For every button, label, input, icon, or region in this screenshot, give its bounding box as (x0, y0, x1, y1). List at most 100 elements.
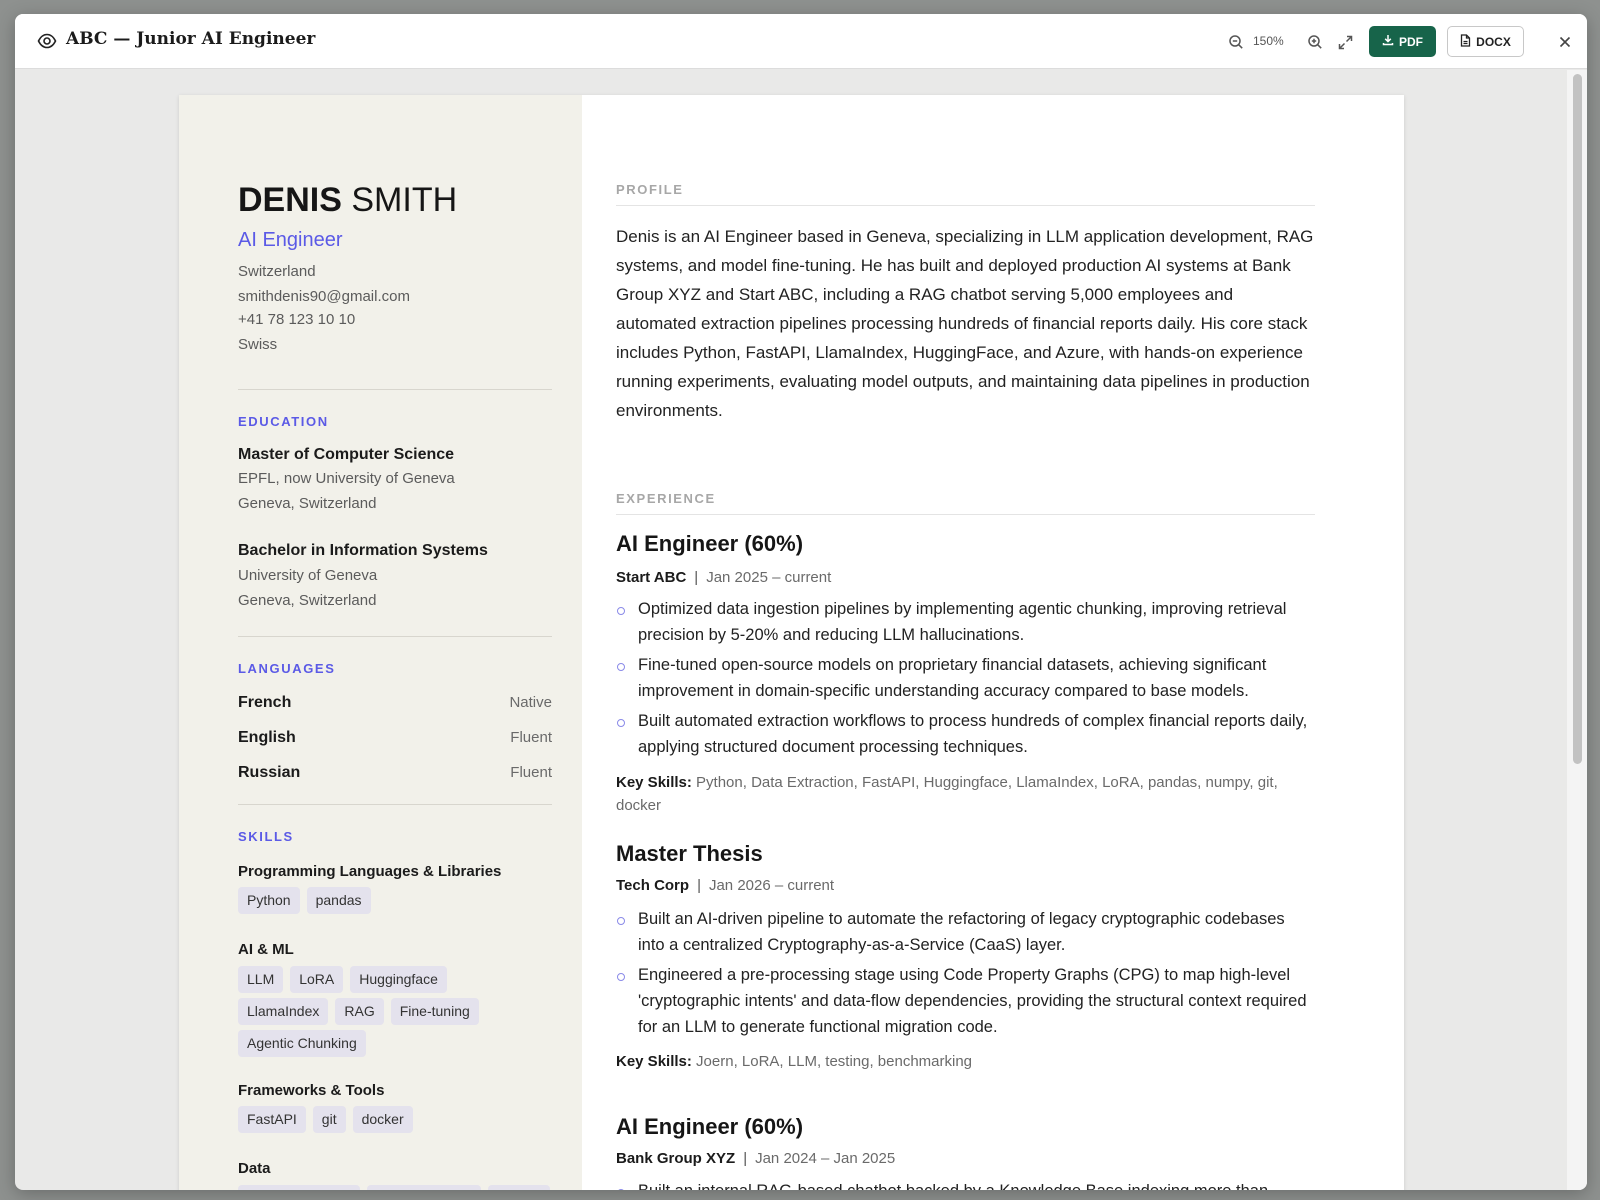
key-skills-list: Joern, LoRA, LLM, testing, benchmarking (696, 1053, 973, 1070)
language-level: Fluent (510, 764, 552, 781)
zoom-in-icon[interactable] (1304, 31, 1326, 53)
candidate-name: DENIS SMITH (238, 181, 457, 220)
section-rule (616, 514, 1315, 515)
job-dates: Jan 2026 – current (708, 877, 835, 894)
section-divider (238, 636, 552, 637)
contact-phone: +41 78 123 10 10 (238, 311, 356, 328)
job-meta: Start ABC | Jan 2025 – current (616, 569, 831, 586)
job-bullet: Built an internal RAG-based chatbot back… (616, 1178, 1315, 1190)
education-school: EPFL, now University of Geneva (238, 470, 455, 487)
contact-email: smithdenis90@gmail.com (238, 288, 410, 305)
skill-chip-row (238, 1185, 550, 1190)
skill-chip: RAG (335, 998, 384, 1025)
skill-chip: LoRA (290, 966, 344, 993)
key-skills-label: Key Skills: (616, 1053, 692, 1070)
education-location: Geneva, Switzerland (238, 495, 377, 512)
skill-chip: git (312, 1106, 346, 1133)
zoom-out-icon[interactable] (1225, 31, 1247, 53)
scrollbar[interactable] (1567, 70, 1587, 1190)
expand-icon[interactable] (1334, 31, 1356, 53)
resume-page: DENIS SMITH AI Engineer Switzerland smit… (179, 95, 1404, 1190)
skill-chip: Fine-tuning (390, 998, 479, 1025)
skill-chip: Agentic Chunking (238, 1030, 366, 1057)
skill-chip-row: LLM LoRA Huggingface (238, 966, 447, 993)
education-degree: Master of Computer Science (238, 446, 455, 463)
skill-category: Frameworks & Tools (238, 1082, 385, 1099)
language-name: French (238, 694, 292, 711)
language-row: Russian Fluent (238, 764, 552, 782)
last-name: SMITH (351, 181, 458, 219)
job-meta: Bank Group XYZ | Jan 2024 – Jan 2025 (616, 1150, 895, 1167)
skill-chip-row: Python pandas (238, 887, 371, 914)
meta-separator: | (743, 1150, 748, 1167)
skill-chip-cut-off (367, 1185, 481, 1190)
job-bullet: Built an AI-driven pipeline to automate … (616, 906, 1315, 958)
docx-button-label: DOCX (1476, 34, 1511, 49)
job-bullet: Built automated extraction workflows to … (616, 708, 1315, 760)
meta-separator: | (697, 877, 701, 894)
candidate-role: AI Engineer (238, 229, 343, 251)
skill-category: Programming Languages & Libraries (238, 863, 502, 880)
skill-chip: pandas (306, 887, 371, 914)
resume-preview-modal: ABC — Junior AI Engineer 150% PDF DOCX D… (15, 14, 1587, 1190)
section-divider (238, 389, 552, 390)
job-dates: Jan 2024 – Jan 2025 (755, 1150, 896, 1167)
job-dates: Jan 2025 – current (706, 569, 832, 586)
skill-chip-row: FastAPI git docker (238, 1106, 413, 1133)
eye-icon (37, 31, 57, 56)
experience-heading: EXPERIENCE (616, 491, 716, 506)
scrollbar-thumb[interactable] (1573, 74, 1582, 764)
meta-separator: | (694, 569, 699, 586)
document-title: ABC — Junior AI Engineer (66, 29, 316, 49)
skill-category: Data (238, 1160, 271, 1177)
contact-nationality: Swiss (238, 336, 278, 353)
section-divider (238, 804, 552, 805)
skill-chip: LlamaIndex (238, 998, 329, 1025)
pdf-button-label: PDF (1399, 34, 1423, 49)
job-company: Start ABC (616, 569, 687, 586)
job-key-skills: Key Skills: Python, Data Extraction, Fas… (616, 771, 1315, 817)
skill-chip: Huggingface (350, 966, 447, 993)
language-level: Native (509, 694, 552, 711)
skill-chip: docker (352, 1106, 413, 1133)
download-icon (1382, 34, 1394, 49)
job-key-skills: Key Skills: Joern, LoRA, LLM, testing, b… (616, 1050, 1315, 1073)
skill-chip-row: LlamaIndex RAG Fine-tuning (238, 998, 479, 1025)
profile-text: Denis is an AI Engineer based in Geneva,… (616, 227, 1314, 420)
job-company: Bank Group XYZ (616, 1150, 736, 1167)
preview-toolbar: ABC — Junior AI Engineer 150% PDF DOCX (15, 14, 1587, 69)
job-meta: Tech Corp | Jan 2026 – current (616, 877, 834, 894)
download-pdf-button[interactable]: PDF (1369, 26, 1436, 57)
job-bullet: Engineered a pre-processing stage using … (616, 962, 1315, 1040)
education-heading: EDUCATION (238, 414, 329, 429)
language-name: Russian (238, 764, 301, 781)
skill-chip: Python (238, 887, 300, 914)
job-title: Master Thesis (616, 841, 763, 866)
skills-heading: SKILLS (238, 829, 294, 844)
skill-chip: FastAPI (238, 1106, 306, 1133)
job-title: AI Engineer (60%) (616, 1114, 804, 1139)
skill-category: AI & ML (238, 941, 294, 958)
education-degree: Bachelor in Information Systems (238, 542, 488, 559)
job-bullet: Optimized data ingestion pipelines by im… (616, 596, 1315, 648)
skill-chip: LLM (238, 966, 284, 993)
job-company: Tech Corp (616, 877, 690, 894)
education-location: Geneva, Switzerland (238, 592, 377, 609)
contact-country: Switzerland (238, 263, 316, 280)
resume-sidebar: DENIS SMITH AI Engineer Switzerland smit… (179, 95, 582, 1190)
key-skills-list: Python, Data Extraction, FastAPI, Huggin… (616, 774, 1278, 814)
download-docx-button[interactable]: DOCX (1447, 26, 1524, 57)
profile-heading: PROFILE (616, 182, 684, 197)
section-rule (616, 205, 1315, 206)
key-skills-label: Key Skills: (616, 774, 692, 791)
file-icon (1460, 33, 1471, 50)
job-title: AI Engineer (60%) (616, 531, 804, 556)
first-name: DENIS (238, 181, 342, 219)
skill-chip-row: Agentic Chunking (238, 1030, 366, 1057)
skill-chip-cut-off (488, 1185, 550, 1190)
close-icon[interactable] (1554, 31, 1576, 53)
language-name: English (238, 729, 296, 746)
language-row: English Fluent (238, 729, 552, 747)
skill-chip-cut-off (238, 1185, 360, 1190)
language-level: Fluent (510, 729, 552, 746)
